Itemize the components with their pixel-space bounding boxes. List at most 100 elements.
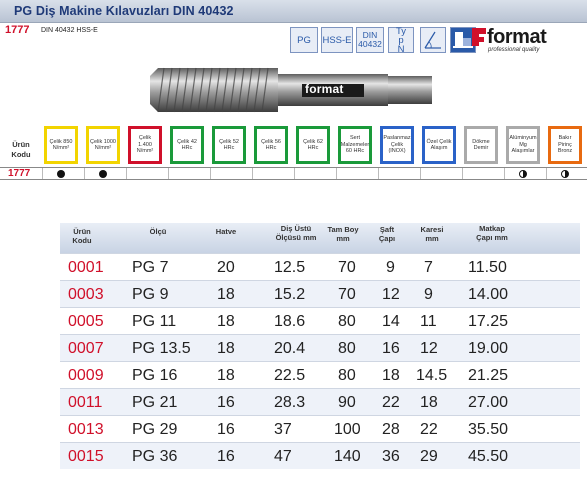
cell-pitch: 18 xyxy=(217,313,235,330)
cell-outer-dia: 18.6 xyxy=(274,313,306,330)
tool-brand-text: format xyxy=(305,82,344,96)
cell-shank: 16 xyxy=(382,340,400,357)
application-cell xyxy=(84,168,121,179)
table-row: 0001 PG 7 20 12.5 70 9 7 11.50 xyxy=(60,253,580,280)
application-cell xyxy=(252,168,289,179)
cell-length: 100 xyxy=(334,421,361,438)
table-row: 0009 PG 16 18 22.5 80 18 14.5 21.25 xyxy=(60,361,580,388)
cell-length: 140 xyxy=(334,448,361,465)
cell-length: 80 xyxy=(338,340,356,357)
material-aluminium: Alüminyum Mg Alaşımlar xyxy=(506,126,540,164)
application-cell xyxy=(504,168,541,179)
cell-pitch: 16 xyxy=(217,421,235,438)
cell-length: 90 xyxy=(338,394,356,411)
application-cell xyxy=(42,168,79,179)
cell-length: 80 xyxy=(338,367,356,384)
standard-type-badge: Typ N xyxy=(388,25,414,55)
cell-shank: 22 xyxy=(382,394,400,411)
product-code: 1777 xyxy=(5,24,30,36)
standard-type-label: Typ N xyxy=(395,25,407,55)
cell-size: PG 7 xyxy=(132,259,169,276)
standard-pg-badge: PG xyxy=(290,27,318,53)
table-body: 0001 PG 7 20 12.5 70 9 7 11.50 0003 PG 9… xyxy=(60,253,580,469)
application-cell xyxy=(420,168,457,179)
cell-code: 0009 xyxy=(68,367,104,384)
cell-square: 22 xyxy=(420,421,438,438)
cell-drill: 21.25 xyxy=(468,367,509,384)
logo-word: format xyxy=(487,26,547,48)
cell-pitch: 18 xyxy=(217,367,235,384)
table-header: Ürün Kodu Ölçü Hatve Diş Üstü Ölçüsü mm … xyxy=(60,223,580,253)
cell-drill: 14.00 xyxy=(468,286,509,303)
full-suitability-icon xyxy=(57,169,65,178)
cell-square: 18 xyxy=(420,394,438,411)
cell-size: PG 36 xyxy=(132,448,178,465)
cell-square: 29 xyxy=(420,448,438,465)
title-bar: PG Diş Makine Kılavuzları DIN 40432 xyxy=(0,0,587,23)
format-logo: format professional quality xyxy=(470,25,582,55)
cell-square: 12 xyxy=(420,340,438,357)
material-hard-60hrc: Sert Malzemeler 60 HRc xyxy=(338,126,372,164)
full-suitability-icon xyxy=(99,169,107,178)
material-copper-brass: Bakır Pirinç Bronz xyxy=(548,126,582,164)
col-hatve: Hatve xyxy=(215,227,237,236)
application-row: 1777 xyxy=(0,167,587,180)
cell-square: 11 xyxy=(420,313,437,330)
cell-pitch: 20 xyxy=(217,259,235,276)
table-row: 0007 PG 13.5 18 20.4 80 16 12 19.00 xyxy=(60,334,580,361)
application-cell xyxy=(462,168,499,179)
cell-code: 0013 xyxy=(68,421,104,438)
cell-outer-dia: 12.5 xyxy=(274,259,306,276)
cell-shank: 14 xyxy=(382,313,400,330)
cell-length: 70 xyxy=(338,259,356,276)
cell-drill: 11.50 xyxy=(468,259,507,276)
cell-drill: 35.50 xyxy=(468,421,509,438)
cell-length: 70 xyxy=(338,286,356,303)
material-steel-1400: Çelik 1.400 N/mm² xyxy=(128,126,162,164)
col-urun-kodu: Ürün Kodu xyxy=(72,227,92,245)
cell-pitch: 16 xyxy=(217,448,235,465)
cell-size: PG 9 xyxy=(132,286,169,303)
application-cell xyxy=(126,168,163,179)
dimensions-table: Ürün Kodu Ölçü Hatve Diş Üstü Ölçüsü mm … xyxy=(60,223,580,469)
cell-outer-dia: 20.4 xyxy=(274,340,306,357)
cell-outer-dia: 28.3 xyxy=(274,394,306,411)
col-matkap-capi: Matkap Çapı mm xyxy=(476,224,508,242)
cell-size: PG 21 xyxy=(132,394,178,411)
table-row: 0003 PG 9 18 15.2 70 12 9 14.00 xyxy=(60,280,580,307)
logo-tagline: professional quality xyxy=(488,47,540,53)
standard-din-label: DIN 40432 xyxy=(358,30,382,49)
cell-pitch: 18 xyxy=(217,340,235,357)
application-cell xyxy=(210,168,247,179)
col-saft-capi: Şaft Çapı xyxy=(378,225,396,243)
cell-shank: 18 xyxy=(382,367,400,384)
table-row: 0005 PG 11 18 18.6 80 14 11 17.25 xyxy=(60,307,580,334)
cell-drill: 17.25 xyxy=(468,313,509,330)
cell-code: 0015 xyxy=(68,448,104,465)
norm-text: DIN 40432 HSS-E xyxy=(41,27,98,34)
application-cell xyxy=(294,168,331,179)
cell-pitch: 16 xyxy=(217,394,235,411)
application-code: 1777 xyxy=(8,168,31,179)
cell-drill: 45.50 xyxy=(468,448,509,465)
cell-size: PG 29 xyxy=(132,421,178,438)
cell-size: PG 13.5 xyxy=(132,340,191,357)
table-row: 0011 PG 21 16 28.3 90 22 18 27.00 xyxy=(60,388,580,415)
cell-square: 14.5 xyxy=(416,367,448,384)
col-tam-boy: Tam Boy mm xyxy=(327,225,359,243)
standard-hsse-badge: HSS-E xyxy=(321,27,353,53)
col-karesi: Karesi mm xyxy=(420,225,444,243)
table-row: 0015 PG 36 16 47 140 36 29 45.50 xyxy=(60,442,580,469)
cell-shank: 36 xyxy=(382,448,400,465)
cell-outer-dia: 22.5 xyxy=(274,367,306,384)
cell-outer-dia: 37 xyxy=(274,421,292,438)
material-special-alloy: Özel Çelik Alaşım xyxy=(422,126,456,164)
partial-suitability-icon xyxy=(519,169,527,178)
material-row: Ürün Kodu Çelik 850 N/mm² Çelik 1000 N/m… xyxy=(0,126,587,166)
cell-code: 0011 xyxy=(68,394,103,411)
cell-outer-dia: 15.2 xyxy=(274,286,306,303)
material-steel-1000: Çelik 1000 N/mm² xyxy=(86,126,120,164)
cell-size: PG 16 xyxy=(132,367,178,384)
application-cell xyxy=(336,168,373,179)
cell-shank: 9 xyxy=(386,259,395,276)
